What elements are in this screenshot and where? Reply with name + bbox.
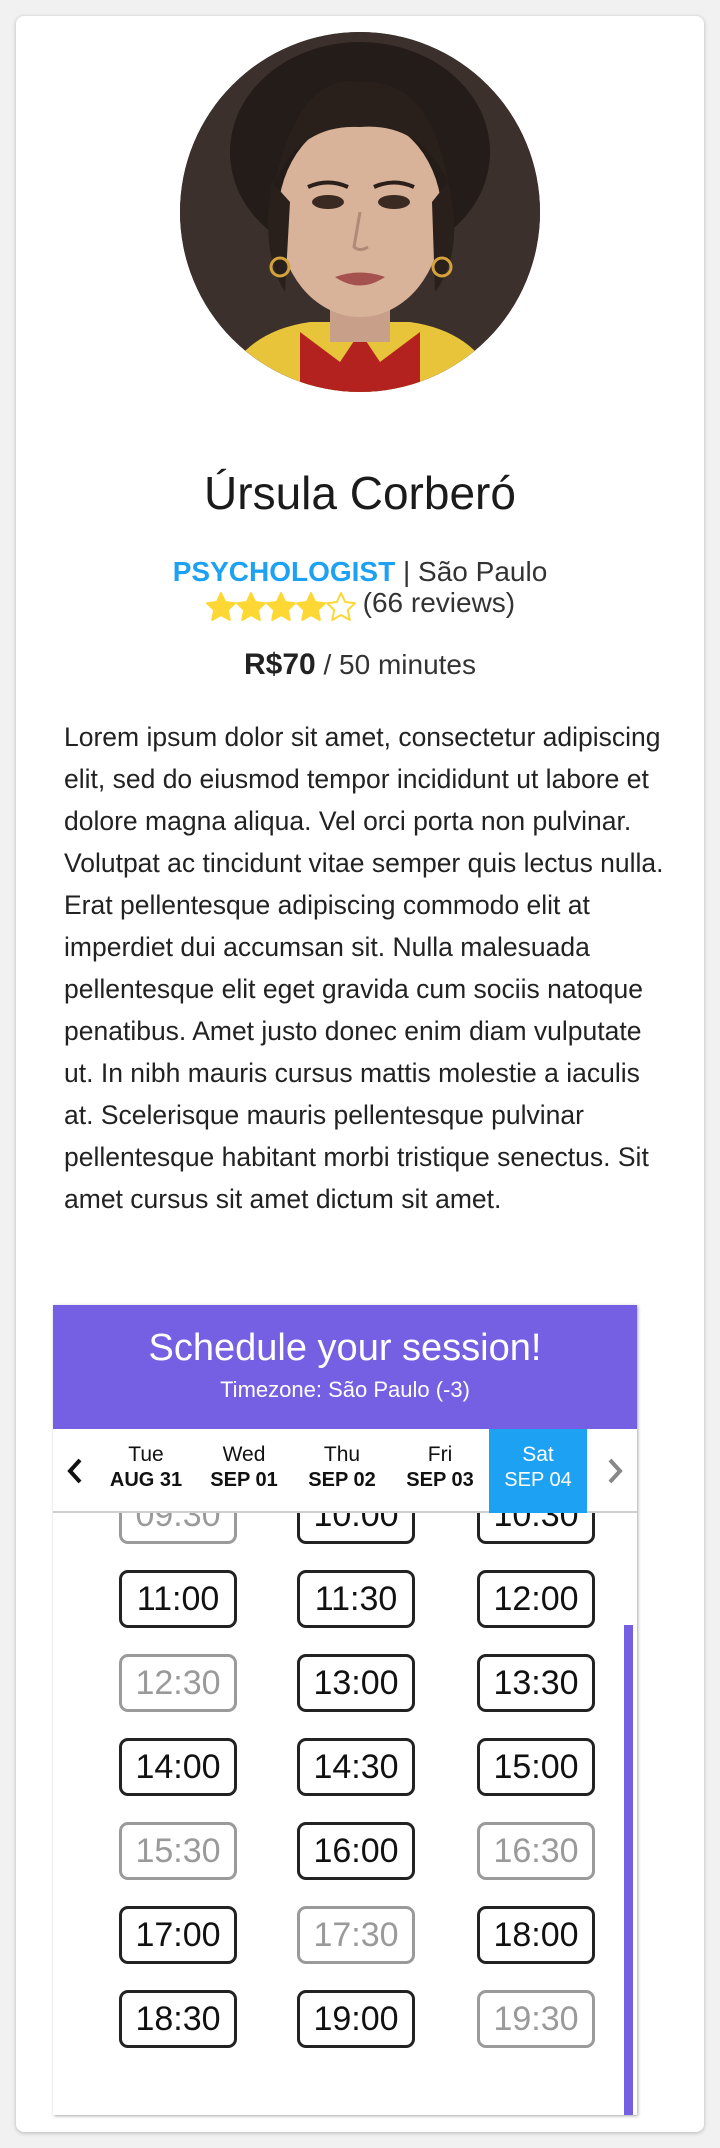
chevron-left-icon[interactable] <box>53 1429 97 1513</box>
time-slot-button: 12:30 <box>119 1654 237 1712</box>
time-slot-button[interactable]: 14:00 <box>119 1738 237 1796</box>
time-slot-button: 16:30 <box>477 1822 595 1880</box>
day-tab[interactable]: Tue AUG 31 <box>97 1429 195 1513</box>
time-slot-button[interactable]: 19:00 <box>297 1990 415 2048</box>
profile-name: Úrsula Corberó <box>204 467 516 519</box>
time-slot-button[interactable]: 10:30 <box>477 1513 595 1544</box>
rating-row: (66 reviews) <box>16 587 704 623</box>
schedule-header: Schedule your session! Timezone: São Pau… <box>53 1305 637 1429</box>
price-row: R$70 / 50 minutes <box>16 648 704 682</box>
time-slot-button[interactable]: 18:00 <box>477 1906 595 1964</box>
scrollbar-thumb[interactable] <box>624 1625 633 2115</box>
star-filled-icon <box>295 592 326 621</box>
price-value: R$70 <box>243 648 316 681</box>
separator: | <box>395 556 419 587</box>
time-slot-button[interactable]: 11:30 <box>297 1570 415 1628</box>
time-slot-button[interactable]: 12:00 <box>477 1570 595 1628</box>
star-rating <box>205 591 356 623</box>
star-filled-icon <box>265 592 296 621</box>
day-tab[interactable]: Wed SEP 01 <box>195 1429 293 1513</box>
time-slot-button: 17:30 <box>297 1906 415 1964</box>
star-filled-icon <box>235 592 266 621</box>
schedule-widget: Schedule your session! Timezone: São Pau… <box>53 1305 637 2115</box>
avatar <box>180 32 540 392</box>
time-slot-button[interactable]: 11:00 <box>119 1570 237 1628</box>
reviews-count[interactable]: (66 reviews) <box>363 587 515 618</box>
profession-line: PSYCHOLOGIST | São Paulo <box>16 556 704 588</box>
star-filled-icon <box>205 592 236 621</box>
day-name: Wed <box>222 1443 266 1466</box>
city-label: São Paulo <box>418 556 548 587</box>
day-date: AUG 31 <box>109 1469 183 1491</box>
day-date: SEP 01 <box>210 1469 278 1491</box>
time-slot-button[interactable]: 16:00 <box>297 1822 415 1880</box>
session-duration: / 50 minutes <box>315 649 477 680</box>
star-empty-icon <box>325 592 356 621</box>
day-name: Fri <box>427 1443 453 1466</box>
time-slot-button[interactable]: 15:00 <box>477 1738 595 1796</box>
day-date: SEP 04 <box>504 1469 572 1491</box>
time-slot-button[interactable]: 17:00 <box>119 1906 237 1964</box>
time-slots-grid: 09:30 10:00 10:30 11:00 11:30 12:00 12:30 13:00… <box>53 1513 637 2115</box>
profile-photo <box>180 32 540 392</box>
time-slot-button[interactable]: 18:30 <box>119 1990 237 2048</box>
day-date: SEP 02 <box>308 1469 376 1491</box>
chevron-right-icon[interactable] <box>593 1429 637 1513</box>
schedule-title: Schedule your session! <box>148 1327 542 1369</box>
day-name: Tue <box>128 1443 164 1466</box>
time-slot-button[interactable]: 10:00 <box>297 1513 415 1544</box>
time-slot-button: 19:30 <box>477 1990 595 2048</box>
time-slot-button[interactable]: 14:30 <box>297 1738 415 1796</box>
day-tab[interactable]: Fri SEP 03 <box>391 1429 489 1513</box>
time-slot-button[interactable]: 13:30 <box>477 1654 595 1712</box>
day-name: Thu <box>323 1443 361 1466</box>
day-date: SEP 03 <box>406 1469 474 1491</box>
day-tab[interactable]: Sat SEP 04 <box>489 1429 587 1513</box>
time-slot-button: 09:30 <box>119 1513 237 1544</box>
day-tab[interactable]: Thu SEP 02 <box>293 1429 391 1513</box>
day-name: Sat <box>522 1443 554 1466</box>
time-slot-button: 15:30 <box>119 1822 237 1880</box>
timezone-label: Timezone: São Paulo (-3) <box>220 1377 470 1402</box>
profession-label: PSYCHOLOGIST <box>172 556 396 587</box>
time-slot-button[interactable]: 13:00 <box>297 1654 415 1712</box>
bio-text: Lorem ipsum dolor sit amet, consectetur … <box>64 722 664 1214</box>
day-selector: Tue AUG 31 Wed SEP 01 Thu SEP 02 Fri SEP 03 Sat S… <box>53 1429 637 1513</box>
